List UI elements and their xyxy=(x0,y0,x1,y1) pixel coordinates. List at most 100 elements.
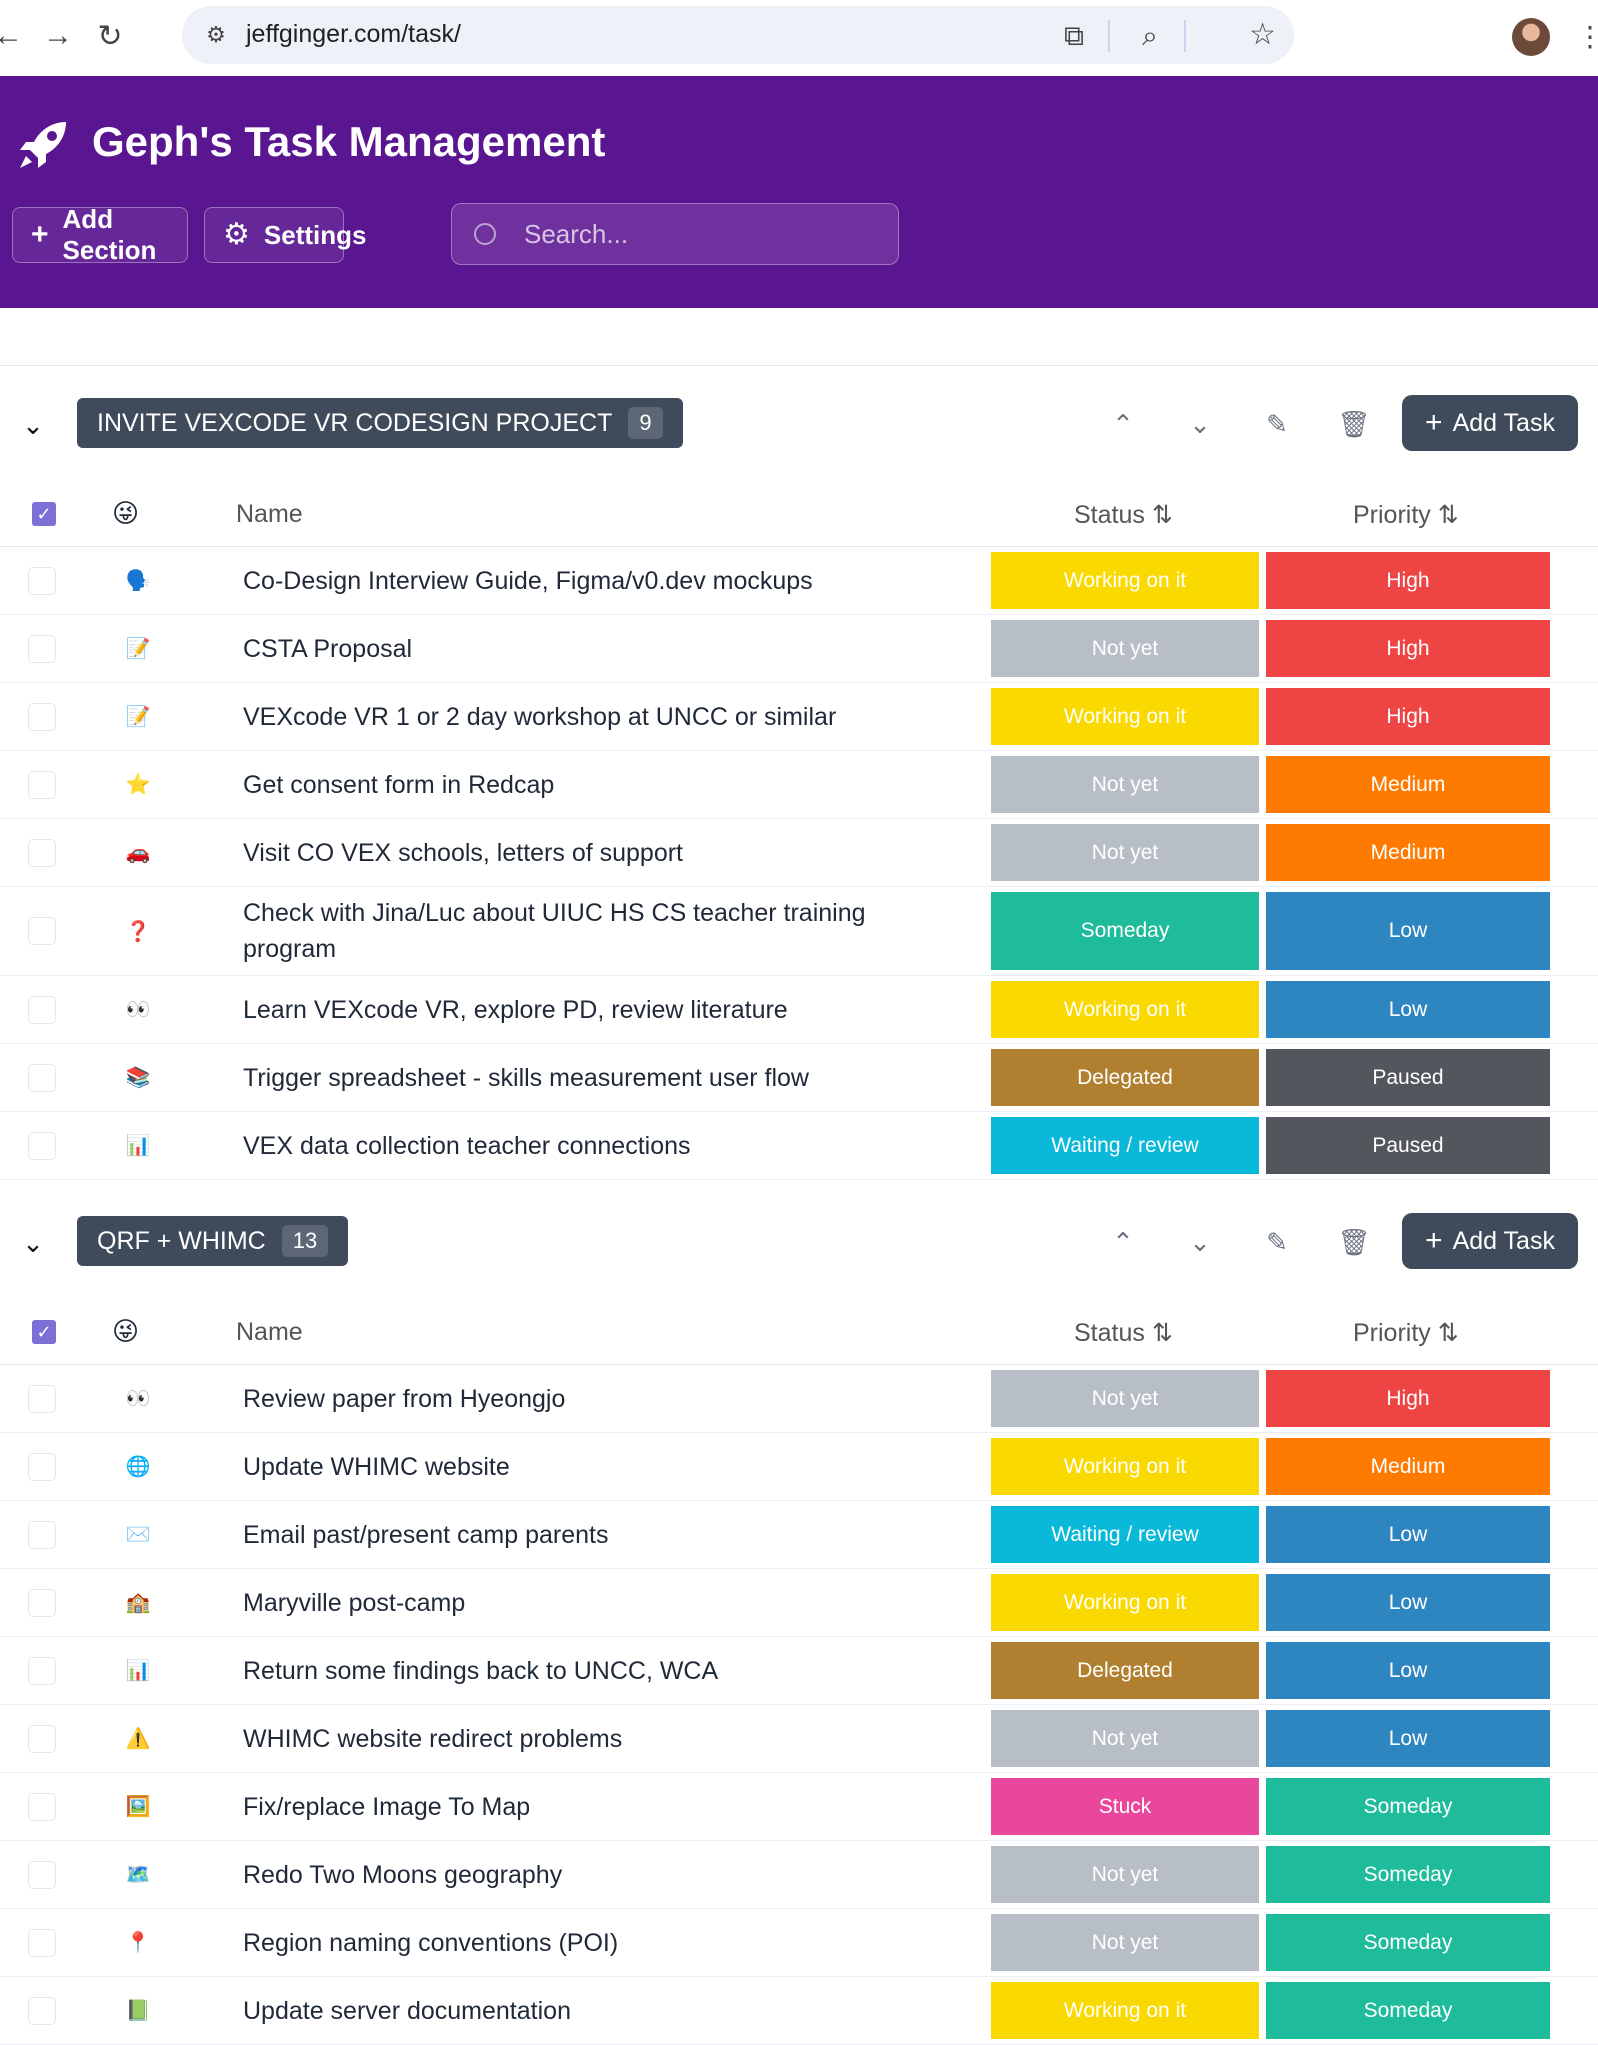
task-emoji-icon[interactable]: 🌐 xyxy=(124,1453,152,1481)
task-emoji-icon[interactable]: 📗 xyxy=(124,1997,152,2025)
status-pill[interactable]: Working on it xyxy=(991,1982,1259,2039)
move-down-icon[interactable]: ⌄ xyxy=(1180,404,1220,444)
task-row[interactable]: ✉️ Email past/present camp parents Waiting… xyxy=(0,1501,1598,1569)
task-row[interactable]: 📍 Region naming conventions (POI) Not yet S… xyxy=(0,1909,1598,1977)
task-emoji-icon[interactable]: 👀 xyxy=(124,996,152,1024)
move-up-icon[interactable]: ⌃ xyxy=(1103,1222,1143,1262)
task-row[interactable]: ⚠️ WHIMC website redirect problems Not yet… xyxy=(0,1705,1598,1773)
name-column-header[interactable]: Name xyxy=(236,500,303,529)
task-row[interactable]: 📊 VEX data collection teacher connections… xyxy=(0,1112,1598,1180)
priority-pill[interactable]: Low xyxy=(1266,892,1550,970)
status-pill[interactable]: Working on it xyxy=(991,1574,1259,1631)
task-checkbox[interactable] xyxy=(28,1063,56,1092)
task-row[interactable]: 🖼️ Fix/replace Image To Map Stuck Someday xyxy=(0,1773,1598,1841)
task-row[interactable]: ❓ Check with Jina/Luc about UIUC HS CS te… xyxy=(0,887,1598,976)
task-emoji-icon[interactable]: 📊 xyxy=(124,1657,152,1685)
task-emoji-icon[interactable]: 🚗 xyxy=(124,839,152,867)
tab-search-icon[interactable]: ⌕ xyxy=(1128,14,1172,58)
search-box[interactable] xyxy=(451,203,899,265)
priority-pill[interactable]: Medium xyxy=(1266,824,1550,881)
priority-pill[interactable]: High xyxy=(1266,688,1550,745)
task-emoji-icon[interactable]: 🗺️ xyxy=(124,1861,152,1889)
status-pill[interactable]: Working on it xyxy=(991,688,1259,745)
task-name[interactable]: Get consent form in Redcap xyxy=(243,767,903,803)
task-name[interactable]: Return some findings back to UNCC, WCA xyxy=(243,1653,903,1689)
search-input[interactable] xyxy=(522,217,866,251)
status-pill[interactable]: Not yet xyxy=(991,1846,1259,1903)
status-pill[interactable]: Not yet xyxy=(991,620,1259,677)
task-row[interactable]: ⭐ Get consent form in Redcap Not yet Medium xyxy=(0,751,1598,819)
task-checkbox[interactable] xyxy=(28,1131,56,1160)
task-row[interactable]: 👀 Learn VEXcode VR, explore PD, review li… xyxy=(0,976,1598,1044)
task-emoji-icon[interactable]: 📝 xyxy=(124,703,152,731)
task-name[interactable]: Learn VEXcode VR, explore PD, review lit… xyxy=(243,992,903,1028)
select-all-checkbox[interactable]: ✓ xyxy=(32,1320,56,1344)
status-pill[interactable]: Not yet xyxy=(991,1370,1259,1427)
priority-pill[interactable]: Someday xyxy=(1266,1914,1550,1971)
status-pill[interactable]: Delegated xyxy=(991,1049,1259,1106)
task-name[interactable]: Update server documentation xyxy=(243,1993,903,2029)
priority-pill[interactable]: Low xyxy=(1266,1506,1550,1563)
task-name[interactable]: Update WHIMC website xyxy=(243,1449,903,1485)
priority-column-header[interactable]: Priority ⇅ xyxy=(1353,1318,1459,1348)
task-emoji-icon[interactable]: 📝 xyxy=(124,635,152,663)
task-name[interactable]: CSTA Proposal xyxy=(243,631,903,667)
task-emoji-icon[interactable]: 👀 xyxy=(124,1385,152,1413)
task-name[interactable]: WHIMC website redirect problems xyxy=(243,1721,903,1757)
task-name[interactable]: Visit CO VEX schools, letters of support xyxy=(243,835,903,871)
trash-icon[interactable]: 🗑 xyxy=(1334,404,1374,444)
task-row[interactable]: 📚 Trigger spreadsheet - skills measuremen… xyxy=(0,1044,1598,1112)
task-checkbox[interactable] xyxy=(28,1724,56,1753)
priority-pill[interactable]: Medium xyxy=(1266,1438,1550,1495)
forward-icon[interactable]: → xyxy=(36,14,80,58)
status-pill[interactable]: Delegated xyxy=(991,1642,1259,1699)
task-row[interactable]: 🚗 Visit CO VEX schools, letters of suppor… xyxy=(0,819,1598,887)
task-emoji-icon[interactable]: ⚠️ xyxy=(124,1725,152,1753)
task-emoji-icon[interactable]: 📊 xyxy=(124,1132,152,1160)
collapse-chevron-icon[interactable]: ⌄ xyxy=(18,1228,48,1258)
priority-pill[interactable]: Someday xyxy=(1266,1846,1550,1903)
priority-pill[interactable]: Low xyxy=(1266,981,1550,1038)
task-name[interactable]: Check with Jina/Luc about UIUC HS CS tea… xyxy=(243,895,903,967)
task-emoji-icon[interactable]: ❓ xyxy=(124,917,152,945)
task-name[interactable]: Trigger spreadsheet - skills measurement… xyxy=(243,1060,903,1096)
task-checkbox[interactable] xyxy=(28,1792,56,1821)
task-name[interactable]: Maryville post-camp xyxy=(243,1585,903,1621)
priority-pill[interactable]: Low xyxy=(1266,1642,1550,1699)
status-pill[interactable]: Waiting / review xyxy=(991,1506,1259,1563)
task-name[interactable]: Review paper from Hyeongjo xyxy=(243,1381,903,1417)
task-checkbox[interactable] xyxy=(28,995,56,1024)
profile-avatar[interactable] xyxy=(1512,18,1550,56)
task-emoji-icon[interactable]: 📍 xyxy=(124,1929,152,1957)
status-column-header[interactable]: Status ⇅ xyxy=(1074,1318,1173,1348)
status-pill[interactable]: Stuck xyxy=(991,1778,1259,1835)
priority-pill[interactable]: Paused xyxy=(1266,1117,1550,1174)
status-pill[interactable]: Not yet xyxy=(991,1914,1259,1971)
priority-pill[interactable]: High xyxy=(1266,1370,1550,1427)
add-task-button[interactable]: + Add Task xyxy=(1402,395,1578,451)
task-row[interactable]: 📝 VEXcode VR 1 or 2 day workshop at UNCC … xyxy=(0,683,1598,751)
status-pill[interactable]: Working on it xyxy=(991,552,1259,609)
priority-pill[interactable]: Low xyxy=(1266,1574,1550,1631)
add-section-button[interactable]: + Add Section xyxy=(12,204,188,265)
move-up-icon[interactable]: ⌃ xyxy=(1103,404,1143,444)
extensions-icon[interactable]: ⧉ xyxy=(1052,14,1096,58)
task-row[interactable]: 📊 Return some findings back to UNCC, WCA D… xyxy=(0,1637,1598,1705)
status-pill[interactable]: Not yet xyxy=(991,1710,1259,1767)
task-name[interactable]: Redo Two Moons geography xyxy=(243,1857,903,1893)
task-checkbox[interactable] xyxy=(28,566,56,595)
reload-icon[interactable]: ↻ xyxy=(88,14,132,58)
trash-icon[interactable]: 🗑 xyxy=(1334,1222,1374,1262)
priority-pill[interactable]: High xyxy=(1266,552,1550,609)
task-emoji-icon[interactable]: ⭐ xyxy=(124,771,152,799)
priority-pill[interactable]: Someday xyxy=(1266,1982,1550,2039)
task-checkbox[interactable] xyxy=(28,1996,56,2025)
priority-pill[interactable]: Medium xyxy=(1266,756,1550,813)
task-checkbox[interactable] xyxy=(28,1928,56,1957)
status-pill[interactable]: Working on it xyxy=(991,1438,1259,1495)
status-pill[interactable]: Someday xyxy=(991,892,1259,970)
bookmark-star-icon[interactable]: ☆ xyxy=(1249,17,1276,52)
priority-pill[interactable]: Someday xyxy=(1266,1778,1550,1835)
status-pill[interactable]: Waiting / review xyxy=(991,1117,1259,1174)
menu-kebab-icon[interactable]: ⋮ xyxy=(1568,14,1598,58)
